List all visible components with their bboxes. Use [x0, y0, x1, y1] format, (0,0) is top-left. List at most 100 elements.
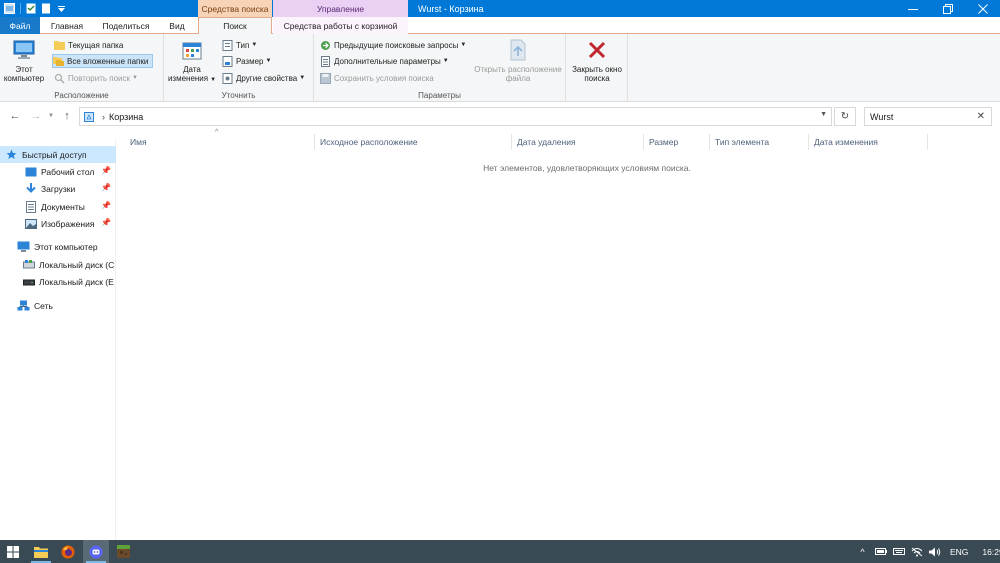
clock[interactable]: 16:29:42 — [982, 547, 1000, 557]
sidebar-item-documents[interactable]: Документы 📌 — [0, 198, 116, 215]
column-header-date-modified[interactable]: Дата изменения — [809, 134, 928, 150]
taskbar-firefox[interactable] — [55, 540, 81, 563]
sidebar-item-this-pc[interactable]: Этот компьютер — [0, 238, 116, 255]
taskbar-minecraft[interactable] — [110, 540, 136, 563]
size-button[interactable]: Размер ▼ — [222, 54, 271, 68]
arrow-up-icon: ↑ — [64, 110, 70, 122]
language-indicator[interactable]: ENG — [950, 547, 968, 557]
pin-icon[interactable]: 📌 — [101, 201, 111, 210]
properties-icon[interactable] — [24, 2, 38, 16]
column-header-name[interactable]: Имя — [125, 134, 315, 150]
refresh-button[interactable]: ↻ — [834, 107, 856, 126]
group-label-location: Расположение — [54, 91, 109, 100]
sidebar-item-network[interactable]: Сеть — [0, 297, 116, 314]
breadcrumb-recycle-bin[interactable]: Корзина — [109, 112, 143, 122]
column-header-original-location[interactable]: Исходное расположение — [315, 134, 512, 150]
chevron-down-icon: ▼ — [299, 75, 306, 81]
sidebar-item-label: Локальный диск (C — [39, 259, 115, 270]
date-modified-label: Дата изменения ▼ — [167, 65, 217, 83]
open-file-location-button[interactable]: Открыть расположение файла — [474, 38, 562, 83]
battery-icon[interactable] — [875, 548, 887, 555]
recent-searches-button[interactable]: Предыдущие поисковые запросы ▼ — [320, 38, 466, 52]
pin-icon[interactable]: 📌 — [101, 218, 111, 227]
show-hidden-icons-chevron-up-icon[interactable]: ^ — [856, 547, 869, 557]
new-folder-icon[interactable] — [39, 2, 53, 16]
drive-icon — [22, 276, 35, 288]
sidebar-item-local-disk-e[interactable]: Локальный диск (E — [0, 273, 116, 290]
tab-file[interactable]: Файл — [0, 17, 40, 34]
search-input[interactable]: Wurst — [870, 112, 893, 122]
address-bar[interactable]: › Корзина ▼ — [79, 107, 832, 126]
sidebar-item-downloads[interactable]: Загрузки 📌 — [0, 180, 116, 197]
type-button[interactable]: Тип ▼ — [222, 38, 257, 52]
sidebar-item-label: Изображения — [41, 218, 95, 229]
minimize-icon — [907, 8, 918, 10]
type-label: Тип — [236, 40, 250, 50]
star-icon — [5, 149, 18, 161]
advanced-options-label: Дополнительные параметры — [334, 56, 441, 66]
advanced-options-button[interactable]: Дополнительные параметры ▼ — [320, 54, 449, 68]
ribbon: Этот компьютер Текущая папка Все вложенн… — [0, 34, 1000, 102]
recent-locations-button[interactable]: ▼ — [44, 109, 58, 123]
current-folder-button[interactable]: Текущая папка — [54, 38, 123, 52]
forward-button[interactable]: → — [29, 109, 43, 123]
download-arrow-icon — [24, 183, 37, 195]
tab-search[interactable]: Поиск — [198, 17, 272, 35]
chevron-down-icon: ▼ — [251, 42, 258, 48]
minimize-button[interactable] — [895, 0, 930, 17]
ribbon-group-close: Закрыть окно поиска — [566, 34, 628, 102]
search-box[interactable]: Wurst ✕ — [864, 107, 992, 126]
chevron-down-icon: ▼ — [460, 42, 467, 48]
taskbar: ^ ENG 16:29:42 — [0, 540, 1000, 563]
window-menu-icon[interactable] — [2, 2, 16, 16]
close-search-label: Закрыть окно поиска — [572, 65, 622, 83]
date-modified-button[interactable]: Дата изменения ▼ — [167, 38, 217, 85]
context-group-search-tools: Средства поиска — [198, 0, 272, 17]
tab-share[interactable]: Поделиться — [96, 17, 156, 34]
search-again-button[interactable]: Повторить поиск ▼ — [54, 71, 138, 85]
column-header-item-type[interactable]: Тип элемента — [710, 134, 809, 150]
close-window-button[interactable] — [965, 0, 1000, 17]
sidebar-item-quick-access[interactable]: Быстрый доступ — [0, 146, 116, 163]
sidebar-item-pictures[interactable]: Изображения 📌 — [0, 215, 116, 232]
up-button[interactable]: ↑ — [60, 109, 74, 123]
keyboard-icon[interactable] — [893, 548, 905, 555]
tab-home[interactable]: Главная — [44, 17, 90, 34]
address-history-dropdown[interactable]: ▼ — [820, 111, 827, 118]
back-button[interactable]: ← — [8, 109, 22, 123]
tab-recycle-bin-tools[interactable]: Средства работы с корзиной — [273, 17, 408, 34]
quick-access-toolbar — [0, 0, 69, 17]
empty-results-message: Нет элементов, удовлетворяющих условиям … — [483, 163, 691, 173]
open-location-icon — [506, 38, 530, 62]
start-button[interactable] — [0, 540, 26, 563]
pin-icon[interactable]: 📌 — [101, 166, 111, 175]
wifi-off-icon[interactable] — [911, 547, 923, 557]
open-file-location-label: Открыть расположение файла — [474, 65, 562, 83]
restore-icon — [942, 3, 953, 14]
column-header-size[interactable]: Размер — [644, 134, 710, 150]
taskbar-discord[interactable] — [83, 540, 109, 563]
properties-icon — [222, 72, 233, 84]
taskbar-file-explorer[interactable] — [28, 540, 54, 563]
all-subfolders-button[interactable]: Все вложенные папки — [52, 54, 154, 68]
sidebar-item-local-disk-c[interactable]: Локальный диск (C — [0, 256, 116, 273]
breadcrumb-separator-icon[interactable]: › — [102, 112, 105, 122]
other-properties-button[interactable]: Другие свойства ▼ — [222, 71, 305, 85]
clear-search-icon[interactable]: ✕ — [977, 111, 985, 122]
save-search-button[interactable]: Сохранить условия поиска — [320, 71, 434, 85]
close-search-button[interactable]: Закрыть окно поиска — [569, 38, 625, 83]
ribbon-group-options: Предыдущие поисковые запросы ▼ Дополнител… — [314, 34, 566, 102]
pin-icon[interactable]: 📌 — [101, 183, 111, 192]
tab-view[interactable]: Вид — [162, 17, 192, 34]
column-header-date-deleted[interactable]: Дата удаления — [512, 134, 644, 150]
sidebar-item-label: Сеть — [34, 300, 53, 311]
restore-button[interactable] — [930, 0, 965, 17]
arrow-right-icon: → — [30, 110, 42, 122]
this-pc-button[interactable]: Этот компьютер — [2, 38, 46, 83]
qat-dropdown-icon[interactable] — [54, 2, 68, 16]
sidebar-item-desktop[interactable]: Рабочий стол 📌 — [0, 163, 116, 180]
sidebar-item-label: Рабочий стол — [41, 166, 95, 177]
save-icon — [320, 72, 331, 84]
volume-icon[interactable] — [929, 547, 941, 557]
folder-icon — [54, 40, 65, 51]
